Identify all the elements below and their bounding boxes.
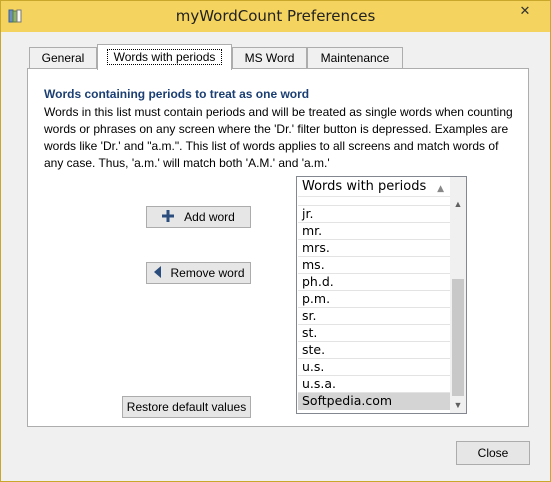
tab-label: Maintenance [320,51,390,65]
tab-panel: Words containing periods to treat as one… [27,68,529,427]
remove-word-button[interactable]: Remove word [146,262,251,284]
tab-label: MS Word [244,51,295,65]
list-item[interactable]: ms. [298,257,450,274]
list-item-selected[interactable]: Softpedia.com [298,393,450,410]
scroll-up-icon[interactable]: ▲ [450,196,466,212]
close-window-button[interactable]: ✕ [506,1,544,22]
list-item[interactable]: st. [298,325,450,342]
list-item[interactable]: p.m. [298,291,450,308]
vertical-scrollbar[interactable]: ▲ ▼ [450,177,466,413]
section-heading: Words containing periods to treat as one… [44,87,310,101]
title-bar[interactable]: myWordCount Preferences ✕ [1,1,550,32]
remove-word-label: Remove word [170,266,245,280]
triangle-left-icon [154,266,162,278]
tab-maintenance[interactable]: Maintenance [307,47,403,69]
tab-label: General [41,51,85,65]
restore-defaults-button[interactable]: Restore default values [122,396,251,418]
window-title: myWordCount Preferences [175,7,376,25]
list-column-header[interactable]: Words with periods ▲ [298,178,450,197]
add-word-button[interactable]: Add word [146,206,251,228]
tab-words-with-periods[interactable]: Words with periods [97,44,232,70]
list-item[interactable]: sr. [298,308,450,325]
add-word-label: Add word [184,210,235,224]
list-item[interactable]: ste. [298,342,450,359]
section-description: Words in this list must contain periods … [44,105,513,170]
scrollbar-track[interactable] [451,213,465,396]
tab-general[interactable]: General [29,47,97,69]
close-button[interactable]: Close [456,441,530,465]
preferences-window: myWordCount Preferences ✕ General Words … [0,0,551,482]
list-item-partial[interactable] [298,198,450,206]
list-header-label: Words with periods [302,179,427,194]
list-item[interactable]: ph.d. [298,274,450,291]
list-item[interactable]: mrs. [298,240,450,257]
list-item[interactable]: u.s.a. [298,376,450,393]
plus-icon [162,210,175,222]
list-rows: jr. mr. mrs. ms. ph.d. p.m. sr. st. ste.… [298,198,450,410]
list-item[interactable]: mr. [298,223,450,240]
sort-ascending-icon: ▲ [437,184,444,194]
words-list[interactable]: Words with periods ▲ jr. mr. mrs. ms. ph… [296,176,467,414]
tab-ms-word[interactable]: MS Word [232,47,307,69]
tab-label: Words with periods [106,49,223,65]
scrollbar-thumb[interactable] [452,279,464,396]
list-item[interactable]: jr. [298,206,450,223]
scroll-down-icon[interactable]: ▼ [450,397,466,413]
list-item[interactable]: u.s. [298,359,450,376]
